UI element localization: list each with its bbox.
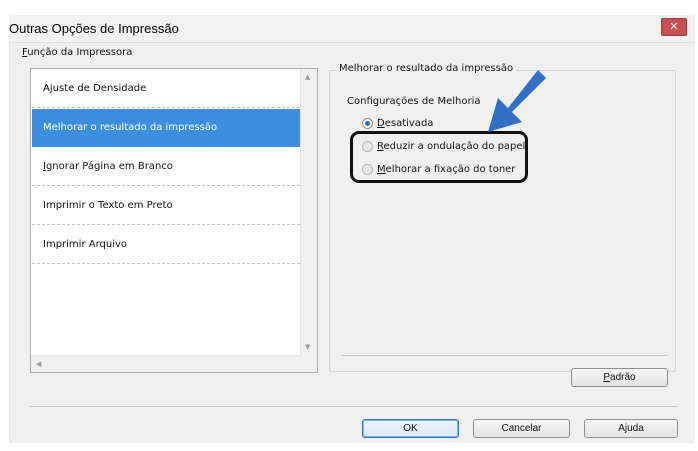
radio-disabled-option[interactable]: Desativada bbox=[362, 116, 433, 130]
help-button[interactable]: Ajuda bbox=[584, 419, 678, 438]
scroll-left-icon[interactable]: ◀ bbox=[36, 360, 41, 368]
scroll-up-icon[interactable]: ▲ bbox=[305, 73, 310, 81]
close-icon: ✕ bbox=[669, 21, 679, 33]
default-button[interactable]: Padrão bbox=[571, 368, 668, 387]
footer-separator bbox=[30, 406, 678, 407]
improvement-settings-label: Configurações de Melhoria bbox=[347, 96, 481, 107]
list-item-print-file[interactable]: Imprimir Arquivo bbox=[32, 226, 300, 264]
scroll-down-icon[interactable]: ▼ bbox=[305, 343, 310, 351]
title-bar: Outras Opções de Impressão ✕ bbox=[9, 15, 695, 43]
printer-function-list[interactable]: Ajuste de Densidade Melhorar o resultado… bbox=[30, 68, 318, 373]
list-item-skip-blank-page[interactable]: Ignorar Página em Branco bbox=[32, 148, 300, 186]
close-button[interactable]: ✕ bbox=[661, 18, 687, 36]
scrollbar-corner bbox=[300, 355, 317, 372]
highlight-box bbox=[350, 131, 528, 183]
radio-disabled-label: Desativada bbox=[377, 117, 434, 129]
list-item-print-text-black[interactable]: Imprimir o Texto em Preto bbox=[32, 187, 300, 225]
list-item-improve-print[interactable]: Melhorar o resultado da impressão bbox=[32, 109, 300, 147]
list-item-density[interactable]: Ajuste de Densidade bbox=[32, 70, 300, 108]
panel-separator bbox=[342, 355, 668, 356]
pointer-arrow-icon bbox=[488, 70, 546, 132]
horizontal-scrollbar[interactable]: ◀ ▶ bbox=[31, 355, 317, 372]
printer-function-label: Função da Impressora bbox=[22, 47, 133, 58]
radio-checked-icon[interactable] bbox=[362, 117, 373, 129]
cancel-button[interactable]: Cancelar bbox=[473, 419, 570, 438]
window-title: Outras Opções de Impressão bbox=[9, 21, 179, 36]
print-options-dialog: Outras Opções de Impressão ✕ Função da I… bbox=[0, 0, 698, 451]
vertical-scrollbar[interactable]: ▲ ▼ bbox=[300, 69, 317, 355]
ok-button[interactable]: OK bbox=[362, 419, 459, 438]
